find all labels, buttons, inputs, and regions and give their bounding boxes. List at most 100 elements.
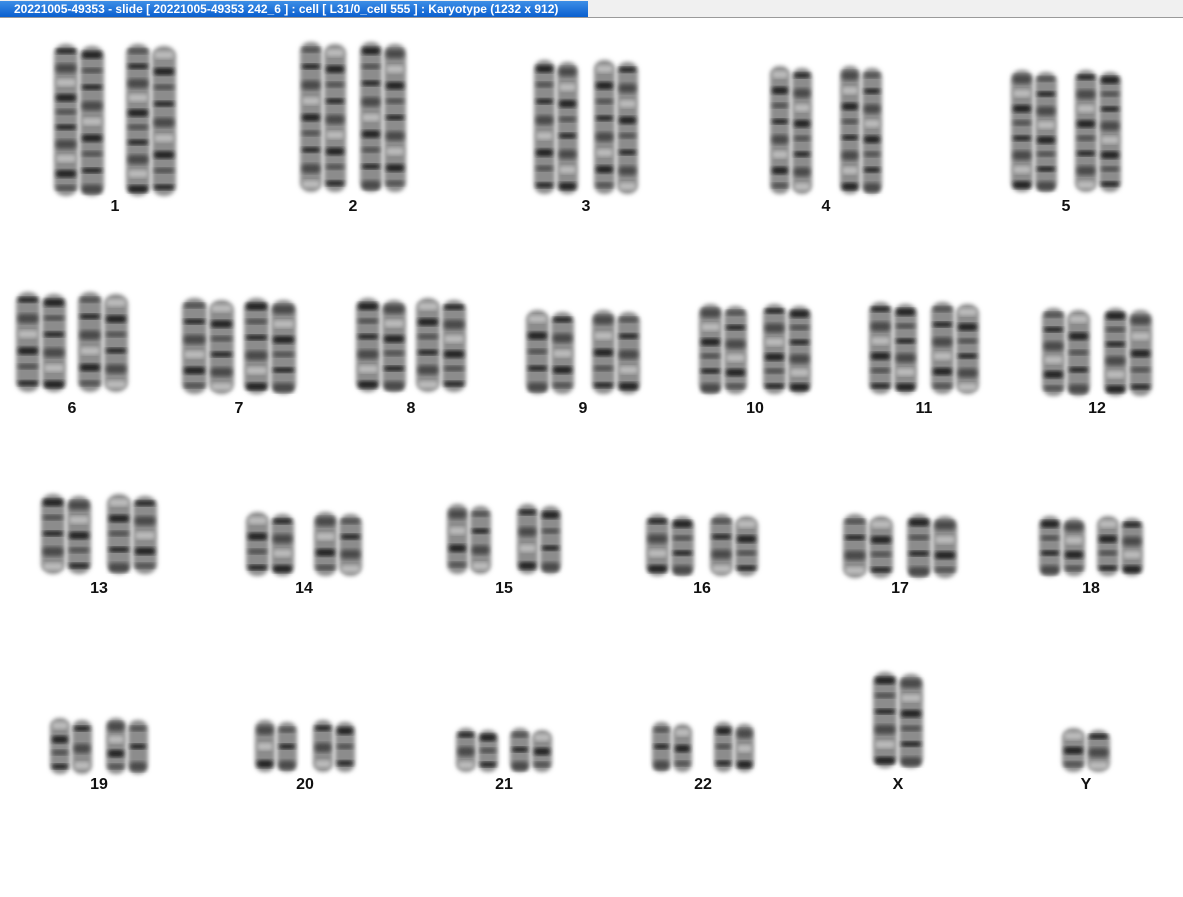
chromosome-image xyxy=(182,298,296,394)
chromosome-label: 15 xyxy=(495,580,513,597)
chromatid xyxy=(652,722,671,772)
chromatid xyxy=(510,728,530,772)
chromosome-image xyxy=(50,718,148,774)
chromosome-image xyxy=(246,512,362,576)
chromatid xyxy=(442,300,466,392)
chromosome-label: 21 xyxy=(495,776,513,793)
chromosome-pair[interactable] xyxy=(246,512,362,576)
chromosome-pair[interactable] xyxy=(534,60,638,194)
chromatid xyxy=(907,514,931,578)
chromosome-image xyxy=(869,302,979,394)
chromatid xyxy=(557,62,578,194)
chromatid xyxy=(592,310,615,394)
chromosome-label: 2 xyxy=(348,198,358,215)
chromatid xyxy=(1087,730,1110,772)
chromosome-label: 6 xyxy=(67,400,77,417)
chromatid xyxy=(699,304,722,394)
chromosome-pair[interactable] xyxy=(869,302,979,394)
chromosome-pair[interactable] xyxy=(699,304,811,394)
chromosome-label: 12 xyxy=(1088,400,1106,417)
chromatid xyxy=(246,512,269,576)
chromosome-image xyxy=(534,60,638,194)
chromatid xyxy=(107,494,131,574)
chromatid xyxy=(1075,70,1097,192)
chromatid xyxy=(735,724,754,772)
chromosome-pair[interactable] xyxy=(1011,70,1121,192)
chromatid xyxy=(255,720,275,772)
chromatid xyxy=(1011,70,1033,192)
chromosome-pair[interactable] xyxy=(1042,308,1152,396)
chromatid xyxy=(735,516,758,576)
chromosome-pair[interactable] xyxy=(16,292,128,392)
chromosome-pair[interactable] xyxy=(526,310,640,394)
chromosome-image xyxy=(646,514,758,576)
chromosome-pair[interactable] xyxy=(50,718,148,774)
chromosome-label: 22 xyxy=(694,776,712,793)
chromatid xyxy=(356,298,380,392)
chromosome-pair[interactable] xyxy=(447,504,561,574)
chromosome-pair[interactable] xyxy=(255,720,355,772)
chromatid xyxy=(277,722,297,772)
chromosome-pair[interactable] xyxy=(182,298,296,394)
chromosome-pair[interactable] xyxy=(300,42,406,192)
chromosome-pair[interactable] xyxy=(1039,516,1143,576)
chromosome-image xyxy=(356,298,466,392)
chromatid xyxy=(416,298,440,392)
chromatid xyxy=(788,306,811,394)
chromatid xyxy=(126,44,150,196)
chromatid xyxy=(617,312,640,394)
chromatid xyxy=(300,42,322,192)
chromosome-label: 9 xyxy=(578,400,588,417)
chromatid xyxy=(182,298,207,394)
chromosome-label: 14 xyxy=(295,580,313,597)
chromosome-pair[interactable] xyxy=(652,722,754,772)
chromosome-label: 10 xyxy=(746,400,764,417)
chromosome-pair[interactable] xyxy=(843,514,957,578)
chromatid xyxy=(271,514,294,576)
chromatid xyxy=(128,720,148,774)
chromatid xyxy=(67,496,91,574)
chromatid xyxy=(1121,518,1143,576)
chromatid xyxy=(478,730,498,772)
chromosome-label: 7 xyxy=(234,400,244,417)
chromatid xyxy=(792,68,812,194)
chromatid xyxy=(1042,308,1065,396)
chromosome-label: 17 xyxy=(891,580,909,597)
chromosome-pair[interactable] xyxy=(41,494,157,574)
chromatid xyxy=(894,304,917,394)
chromatid xyxy=(532,730,552,772)
chromatid xyxy=(80,46,104,196)
chromatid xyxy=(133,496,157,574)
chromosome-image xyxy=(1011,70,1121,192)
chromatid xyxy=(72,720,92,774)
chromosome-label: 5 xyxy=(1061,198,1071,215)
chromosome-pair[interactable] xyxy=(770,66,882,194)
chromosome-pair[interactable] xyxy=(1062,728,1110,772)
chromosome-label: 3 xyxy=(581,198,591,215)
chromatid xyxy=(710,514,733,576)
chromatid xyxy=(862,68,882,194)
chromosome-label: Y xyxy=(1080,776,1092,793)
chromatid xyxy=(470,506,491,574)
chromatid xyxy=(933,516,957,578)
chromosome-image xyxy=(447,504,561,574)
chromatid xyxy=(673,724,692,772)
chromatid xyxy=(1062,728,1085,772)
chromosome-label: 18 xyxy=(1082,580,1100,597)
chromosome-label: 11 xyxy=(915,400,933,417)
chromosome-pair[interactable] xyxy=(456,728,552,772)
chromosome-pair[interactable] xyxy=(873,672,923,768)
chromatid xyxy=(1129,310,1152,396)
chromosome-pair[interactable] xyxy=(356,298,466,392)
chromosome-pair[interactable] xyxy=(646,514,758,576)
chromatid xyxy=(360,42,382,192)
chromosome-image xyxy=(1062,728,1110,772)
chromatid xyxy=(50,718,70,774)
chromosome-image xyxy=(54,44,176,196)
chromosome-pair[interactable] xyxy=(54,44,176,196)
chromatid xyxy=(447,504,468,574)
chromatid xyxy=(646,514,669,576)
chromatid xyxy=(873,672,897,768)
chromosome-image xyxy=(843,514,957,578)
chromatid xyxy=(763,304,786,394)
